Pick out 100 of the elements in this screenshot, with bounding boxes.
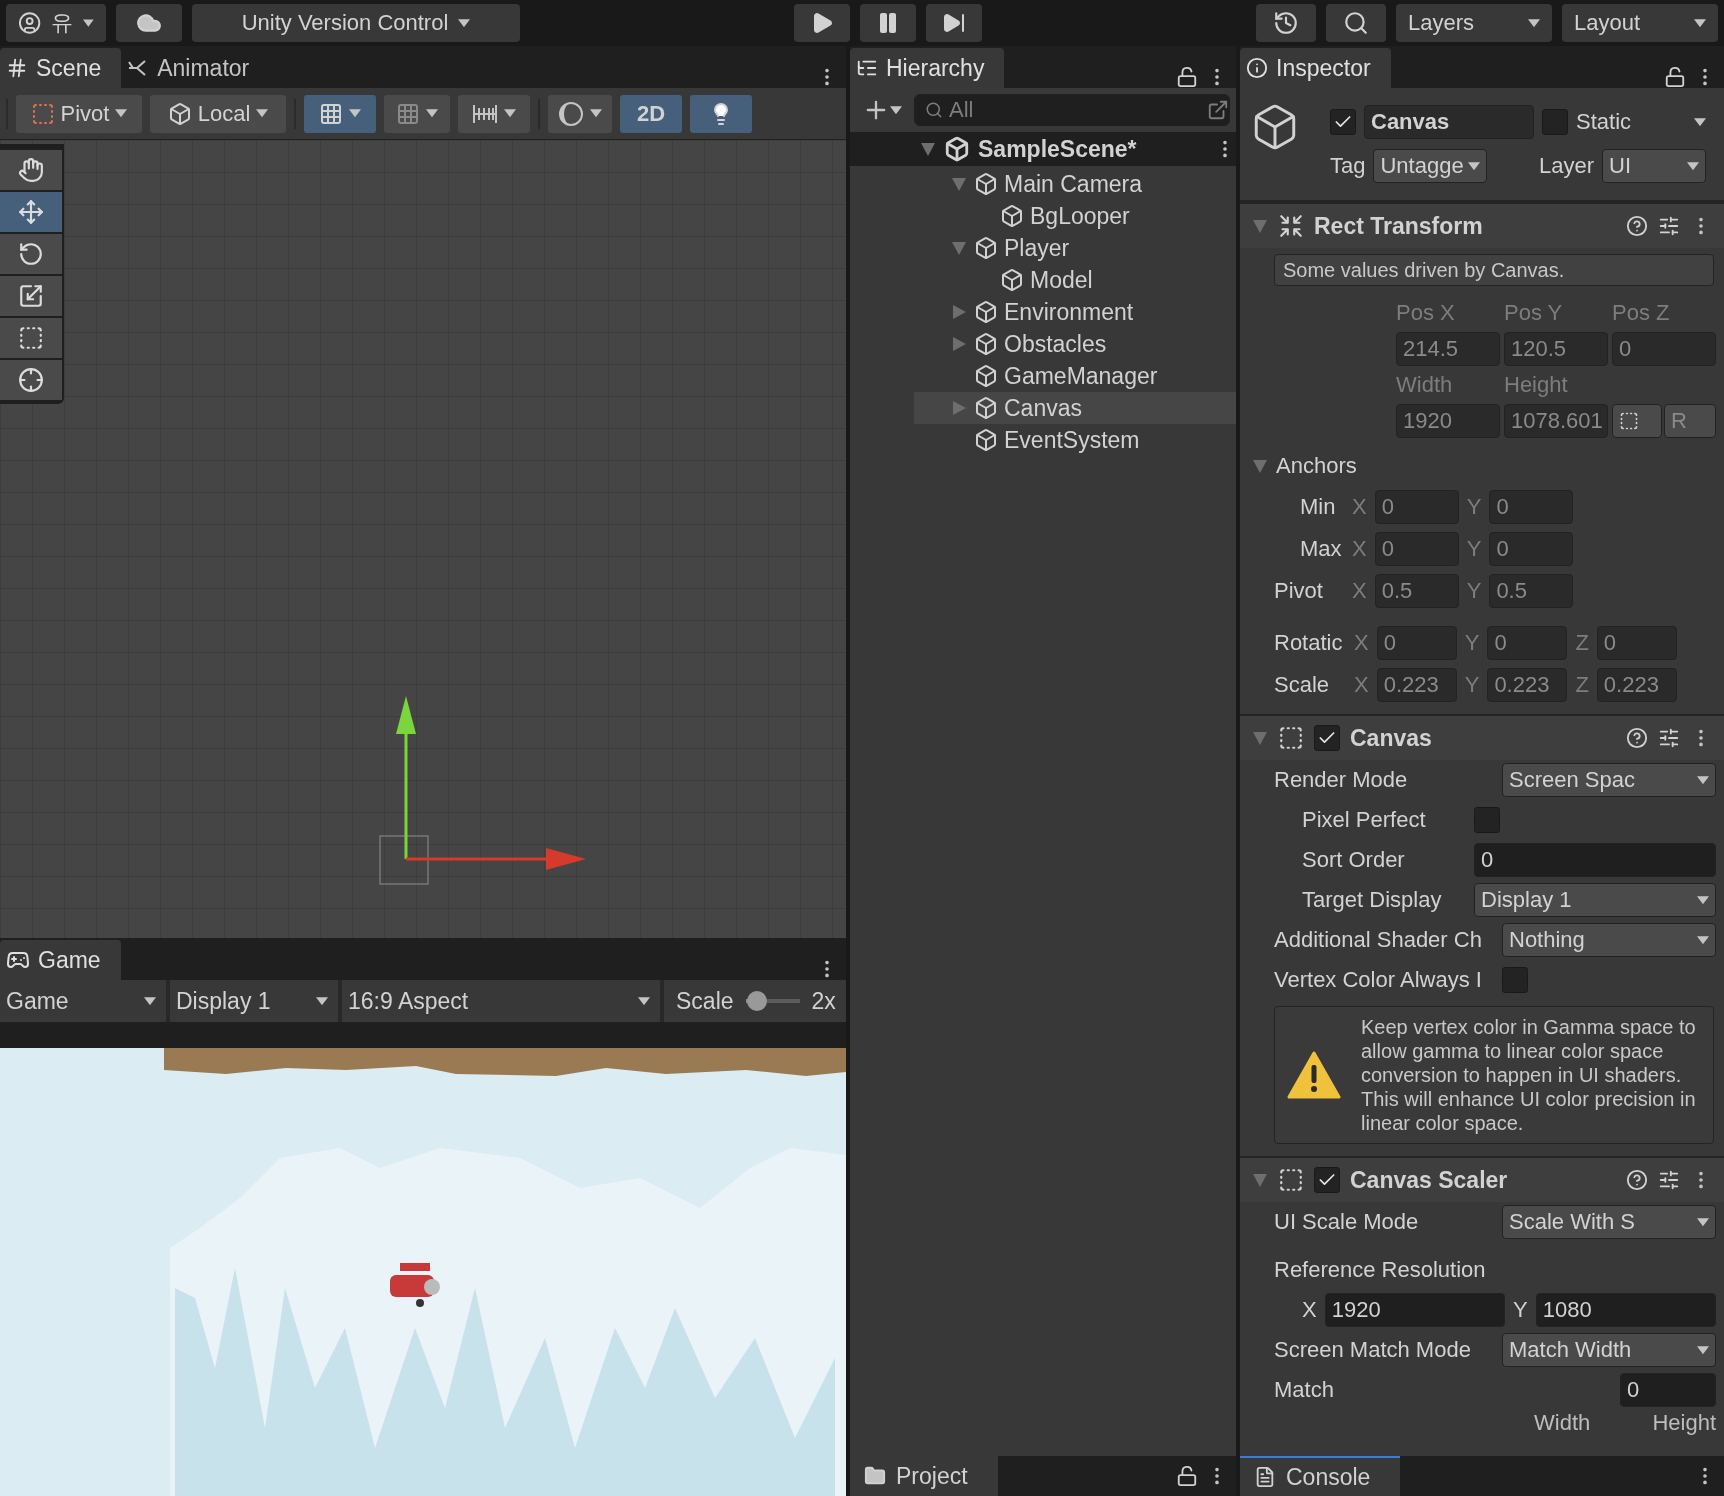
component-header[interactable]: Canvas — [1240, 714, 1724, 760]
search-button[interactable] — [1326, 4, 1386, 42]
checkbox[interactable] — [1474, 807, 1500, 833]
panel-tab[interactable]: Console — [1240, 1456, 1401, 1496]
play-button[interactable] — [794, 4, 850, 42]
number-field[interactable]: 120.5 — [1504, 332, 1608, 366]
pivot-icon — [30, 101, 55, 126]
label: EventSystem — [1004, 426, 1140, 454]
blueprint-button[interactable] — [1612, 404, 1662, 438]
number-field[interactable]: 0 — [1612, 332, 1716, 366]
lock-icon[interactable] — [1664, 66, 1686, 88]
checkbox[interactable] — [1542, 109, 1568, 135]
dropdown[interactable]: Nothing — [1502, 923, 1716, 957]
preset-icon[interactable] — [1658, 1169, 1680, 1191]
dropdown[interactable]: Screen Spac — [1502, 763, 1716, 797]
game-mode-dropdown[interactable]: Game — [0, 980, 166, 1022]
step-button[interactable] — [926, 4, 982, 42]
cloud-button[interactable] — [116, 4, 182, 42]
tool-button[interactable] — [0, 234, 62, 274]
hierarchy-item[interactable]: Player — [914, 232, 1236, 264]
number-field[interactable]: 0.5 — [1489, 574, 1574, 608]
number-field[interactable]: 0.223 — [1376, 668, 1457, 702]
help-icon[interactable] — [1626, 727, 1648, 749]
label: Max — [1300, 536, 1343, 562]
popout-icon[interactable] — [1207, 99, 1229, 121]
checkbox[interactable] — [1314, 725, 1340, 751]
checkbox[interactable] — [1502, 967, 1528, 993]
preset-icon[interactable] — [1658, 727, 1680, 749]
number-field[interactable]: 1920 — [1324, 1293, 1505, 1327]
tool-button[interactable] — [0, 276, 62, 316]
number-field[interactable]: 0 — [1374, 490, 1459, 524]
panel-tab[interactable]: Scene — [0, 48, 122, 88]
checkbox[interactable] — [1330, 109, 1356, 135]
tag-dropdown[interactable]: Untagge — [1373, 149, 1488, 183]
layout-dropdown[interactable]: Layout — [1562, 4, 1718, 42]
number-field[interactable]: 0 — [1487, 626, 1568, 660]
name-field[interactable]: Canvas — [1364, 105, 1534, 139]
number-field[interactable]: 0 — [1474, 843, 1716, 877]
version-control-button[interactable]: Unity Version Control — [192, 4, 520, 42]
layers-dropdown[interactable]: Layers — [1396, 4, 1552, 42]
number-field[interactable]: 0 — [1596, 626, 1677, 660]
component-header[interactable]: Canvas Scaler — [1240, 1156, 1724, 1202]
expanded-arrow-icon[interactable] — [920, 141, 936, 157]
tool-button[interactable] — [0, 360, 62, 400]
hierarchy-item[interactable]: EventSystem — [914, 424, 1236, 456]
dropdown[interactable]: Match Width — [1502, 1333, 1716, 1367]
help-icon[interactable] — [1626, 215, 1648, 237]
checkbox[interactable] — [1314, 1167, 1340, 1193]
number-field[interactable]: 0.223 — [1596, 668, 1677, 702]
tool-button[interactable] — [0, 318, 62, 358]
hierarchy-item[interactable]: GameManager — [914, 360, 1236, 392]
hierarchy-item[interactable]: BgLooper — [914, 200, 1236, 232]
space-dropdown[interactable]: Local — [150, 94, 286, 133]
tool-button[interactable] — [0, 150, 62, 190]
account-button[interactable]: 유 — [6, 4, 106, 42]
number-field[interactable]: 0 — [1489, 490, 1574, 524]
lock-icon[interactable] — [1176, 66, 1198, 88]
panel-tab[interactable]: Project — [850, 1456, 998, 1496]
search-field[interactable]: All — [914, 94, 1230, 126]
lock-icon[interactable] — [1176, 1465, 1198, 1487]
dropdown[interactable]: Display 1 — [1474, 883, 1716, 917]
number-field[interactable]: 0.223 — [1487, 668, 1568, 702]
number-field[interactable]: 0 — [1374, 532, 1459, 566]
panel-tab[interactable]: Animator — [121, 48, 270, 88]
number-field[interactable]: 1920 — [1396, 404, 1500, 438]
component-header[interactable]: Rect Transform — [1240, 202, 1724, 248]
panel-tab[interactable]: Inspector — [1240, 48, 1391, 88]
hierarchy-item[interactable]: Model — [914, 264, 1236, 296]
tool-button[interactable] — [0, 192, 62, 232]
pause-button[interactable] — [860, 4, 916, 42]
preset-icon[interactable] — [1658, 215, 1680, 237]
aspect-dropdown[interactable]: 16:9 Aspect — [342, 980, 660, 1022]
panel-tab[interactable]: Game — [0, 940, 121, 980]
layer-dropdown[interactable]: UI — [1602, 149, 1706, 183]
number-field[interactable]: 0 — [1489, 532, 1574, 566]
snap-dropdown[interactable] — [384, 94, 450, 133]
number-field[interactable]: 214.5 — [1396, 332, 1500, 366]
number-field[interactable]: 0.5 — [1374, 574, 1459, 608]
increment-dropdown[interactable] — [458, 94, 530, 133]
help-icon[interactable] — [1626, 1169, 1648, 1191]
caret-icon — [1697, 1345, 1709, 1355]
display-dropdown[interactable]: Display 1 — [170, 980, 338, 1022]
hierarchy-item[interactable]: Main Camera — [914, 168, 1236, 200]
shading-dropdown[interactable] — [548, 94, 612, 133]
label: X — [1352, 494, 1367, 520]
number-field[interactable]: 0 — [1620, 1373, 1716, 1407]
hierarchy-item[interactable]: Obstacles — [914, 328, 1236, 360]
number-field[interactable]: 1080 — [1535, 1293, 1716, 1327]
panel-tab[interactable]: Hierarchy — [850, 48, 1005, 88]
history-button[interactable] — [1256, 4, 1316, 42]
grid-snap-button[interactable] — [304, 94, 376, 133]
pivot-dropdown[interactable]: Pivot — [16, 94, 142, 133]
number-field[interactable]: 1078.601 — [1504, 404, 1608, 438]
hierarchy-item[interactable]: Canvas — [914, 392, 1236, 424]
number-field[interactable]: 0 — [1376, 626, 1457, 660]
scene-row[interactable]: SampleScene* — [850, 132, 1236, 166]
lighting-button[interactable] — [690, 94, 752, 133]
mode-2d-button[interactable]: 2D — [620, 94, 682, 133]
hierarchy-item[interactable]: Environment — [914, 296, 1236, 328]
dropdown[interactable]: Scale With S — [1502, 1205, 1716, 1239]
